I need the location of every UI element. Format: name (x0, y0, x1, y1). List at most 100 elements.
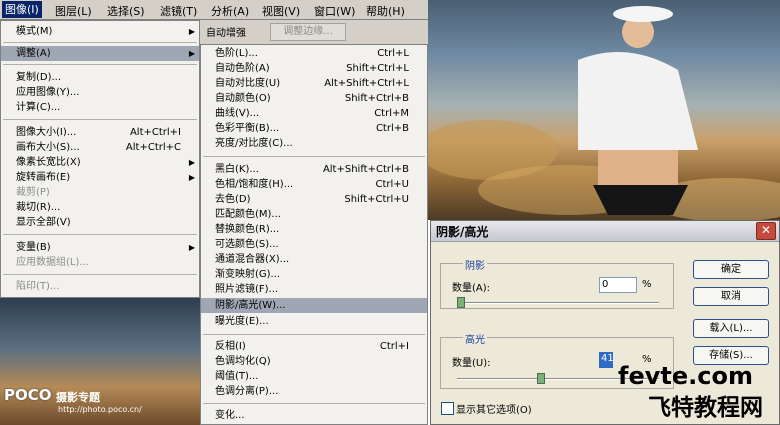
menu-item-label: 色调均化(Q) (215, 356, 271, 367)
menu-item-label: 可选颜色(S)... (215, 239, 279, 250)
submenu-arrow-icon: ▶ (188, 49, 195, 58)
menu-item-label: 去色(D) (215, 194, 251, 205)
menu-item-label: 色彩平衡(B)... (215, 123, 280, 134)
menu-item-auto-contrast[interactable]: 自动对比度(U) Alt+Shift+Ctrl+L (201, 76, 427, 91)
menu-separator (203, 156, 425, 157)
menu-item-shortcut: Alt+Ctrl+C (125, 142, 181, 153)
menu-separator (3, 274, 197, 275)
menu-item-label: 应用数据组(L)... (16, 257, 89, 268)
menu-item-crop: 裁剪(P) (1, 185, 199, 200)
menu-item-selective-color[interactable]: 可选颜色(S)... (201, 237, 427, 252)
menu-item-label: 裁剪(P) (16, 187, 50, 198)
menu-item-auto-levels[interactable]: 自动色阶(A) Shift+Ctrl+L (201, 61, 427, 76)
menu-item-canvas-size[interactable]: 画布大小(S)... Alt+Ctrl+C (1, 140, 199, 155)
menu-item-label: 色调分离(P)... (215, 386, 279, 397)
menu-item-label: 阴影/高光(W)... (215, 300, 286, 311)
menu-item-posterize[interactable]: 色调分离(P)... (201, 384, 427, 399)
cancel-button[interactable]: 取消 (693, 287, 769, 306)
menu-window[interactable]: 窗口(W) (314, 3, 355, 19)
menu-image[interactable]: 图像(I) (2, 1, 42, 18)
menu-item-pixel-aspect[interactable]: 像素长宽比(X) ▶ (1, 155, 199, 170)
menu-layer[interactable]: 图层(L) (55, 3, 92, 19)
fevte-cn-watermark: 飞特教程网 (648, 395, 763, 421)
menu-item-label: 像素长宽比(X) (16, 157, 81, 168)
menu-item-invert[interactable]: 反相(I) Ctrl+I (201, 339, 427, 354)
menu-item-channel-mixer[interactable]: 通道混合器(X)... (201, 252, 427, 267)
auto-enhance-option[interactable]: 自动增强 (206, 24, 246, 39)
menu-item-trap: 陷印(T)... (1, 279, 199, 294)
menu-item-shortcut: Ctrl+L (377, 48, 409, 59)
menu-item-auto-color[interactable]: 自动颜色(O) Shift+Ctrl+B (201, 91, 427, 106)
show-more-options-checkbox[interactable] (441, 402, 454, 415)
submenu-arrow-icon: ▶ (188, 243, 195, 252)
menu-item-rotate-canvas[interactable]: 旋转画布(E) ▶ (1, 170, 199, 185)
menu-view[interactable]: 视图(V) (262, 3, 300, 19)
menu-item-brightness-contrast[interactable]: 亮度/对比度(C)... (201, 136, 427, 151)
menu-item-calculations[interactable]: 计算(C)... (1, 100, 199, 115)
menu-item-hue-saturation[interactable]: 色相/饱和度(H)... Ctrl+U (201, 177, 427, 192)
shadow-amount-slider-thumb[interactable] (457, 297, 465, 308)
menu-item-curves[interactable]: 曲线(V)... Ctrl+M (201, 106, 427, 121)
menu-item-label: 通道混合器(X)... (215, 254, 290, 265)
menu-item-black-white[interactable]: 黑白(K)... Alt+Shift+Ctrl+B (201, 162, 427, 177)
poco-logo: POCO (4, 386, 52, 404)
menu-item-shadow-highlight[interactable]: 阴影/高光(W)... (201, 298, 427, 313)
dialog-titlebar[interactable]: 阴影/高光 ✕ (431, 221, 779, 242)
menu-item-color-balance[interactable]: 色彩平衡(B)... Ctrl+B (201, 121, 427, 136)
load-button[interactable]: 载入(L)... (693, 319, 769, 338)
menu-item-label: 变量(B) (16, 242, 51, 253)
menu-item-shortcut: Alt+Shift+Ctrl+B (322, 164, 409, 175)
shadows-group: 阴影 数量(A): 0 % (440, 257, 674, 309)
highlight-amount-input[interactable]: 41 (599, 352, 614, 368)
menu-item-replace-color[interactable]: 替换颜色(R)... (201, 222, 427, 237)
close-icon[interactable]: ✕ (756, 222, 776, 240)
shadow-amount-input[interactable]: 0 (599, 277, 637, 293)
menu-item-label: 自动色阶(A) (215, 63, 270, 74)
menu-item-shortcut: Ctrl+I (379, 341, 409, 352)
menu-help[interactable]: 帮助(H) (366, 3, 405, 19)
menu-item-label: 应用图像(Y)... (16, 87, 80, 98)
menu-item-shortcut: Ctrl+U (375, 179, 410, 190)
menu-item-equalize[interactable]: 色调均化(Q) (201, 354, 427, 369)
highlight-amount-slider-thumb[interactable] (536, 373, 545, 384)
menu-item-label: 模式(M) (16, 26, 53, 37)
menu-item-threshold[interactable]: 阈值(T)... (201, 369, 427, 384)
menu-item-adjustments[interactable]: 调整(A) ▶ (1, 46, 199, 61)
dialog-title: 阴影/高光 (436, 225, 489, 239)
menu-separator (203, 403, 425, 404)
shadow-amount-unit: % (642, 279, 652, 290)
menu-filter[interactable]: 滤镜(T) (160, 3, 197, 19)
menu-item-exposure[interactable]: 曝光度(E)... (201, 314, 427, 329)
menu-item-apply-image[interactable]: 应用图像(Y)... (1, 85, 199, 100)
shadow-amount-track[interactable] (457, 302, 659, 304)
menu-separator (3, 119, 197, 120)
menu-item-variables[interactable]: 变量(B) ▶ (1, 240, 199, 255)
menu-item-label: 阈值(T)... (215, 371, 259, 382)
ok-button[interactable]: 确定 (693, 260, 769, 279)
menu-item-match-color[interactable]: 匹配颜色(M)... (201, 207, 427, 222)
menu-item-desaturate[interactable]: 去色(D) Shift+Ctrl+U (201, 192, 427, 207)
menu-item-shortcut: Alt+Ctrl+I (129, 127, 181, 138)
menu-item-levels[interactable]: 色阶(L)... Ctrl+L (201, 46, 427, 61)
refine-edge-button[interactable]: 调整边缘... (270, 23, 346, 41)
menu-item-trim[interactable]: 裁切(R)... (1, 200, 199, 215)
menu-item-gradient-map[interactable]: 渐变映射(G)... (201, 267, 427, 282)
menu-item-label: 旋转画布(E) (16, 172, 71, 183)
menu-item-label: 显示全部(V) (16, 217, 71, 228)
menu-item-label: 裁切(R)... (16, 202, 61, 213)
menu-item-label: 色阶(L)... (215, 48, 258, 59)
menu-item-reveal-all[interactable]: 显示全部(V) (1, 215, 199, 230)
image-menu: 模式(M) ▶ 调整(A) ▶ 复制(D)... 应用图像(Y)... 计算(C).… (0, 20, 200, 298)
menu-item-duplicate[interactable]: 复制(D)... (1, 70, 199, 85)
menu-item-image-size[interactable]: 图像大小(I)... Alt+Ctrl+I (1, 125, 199, 140)
menu-select[interactable]: 选择(S) (107, 3, 145, 19)
options-bar: 自动增强 调整边缘... (200, 20, 428, 44)
menu-item-variations[interactable]: 变化... (201, 408, 427, 423)
fevte-watermark: fevte.com (618, 362, 753, 390)
menu-item-label: 匹配颜色(M)... (215, 209, 281, 220)
menu-item-photo-filter[interactable]: 照片滤镜(F)... (201, 282, 427, 297)
menu-item-label: 自动对比度(U) (215, 78, 281, 89)
shadows-group-label: 阴影 (463, 257, 487, 272)
menu-analysis[interactable]: 分析(A) (211, 3, 249, 19)
menu-item-mode[interactable]: 模式(M) ▶ (1, 24, 199, 39)
